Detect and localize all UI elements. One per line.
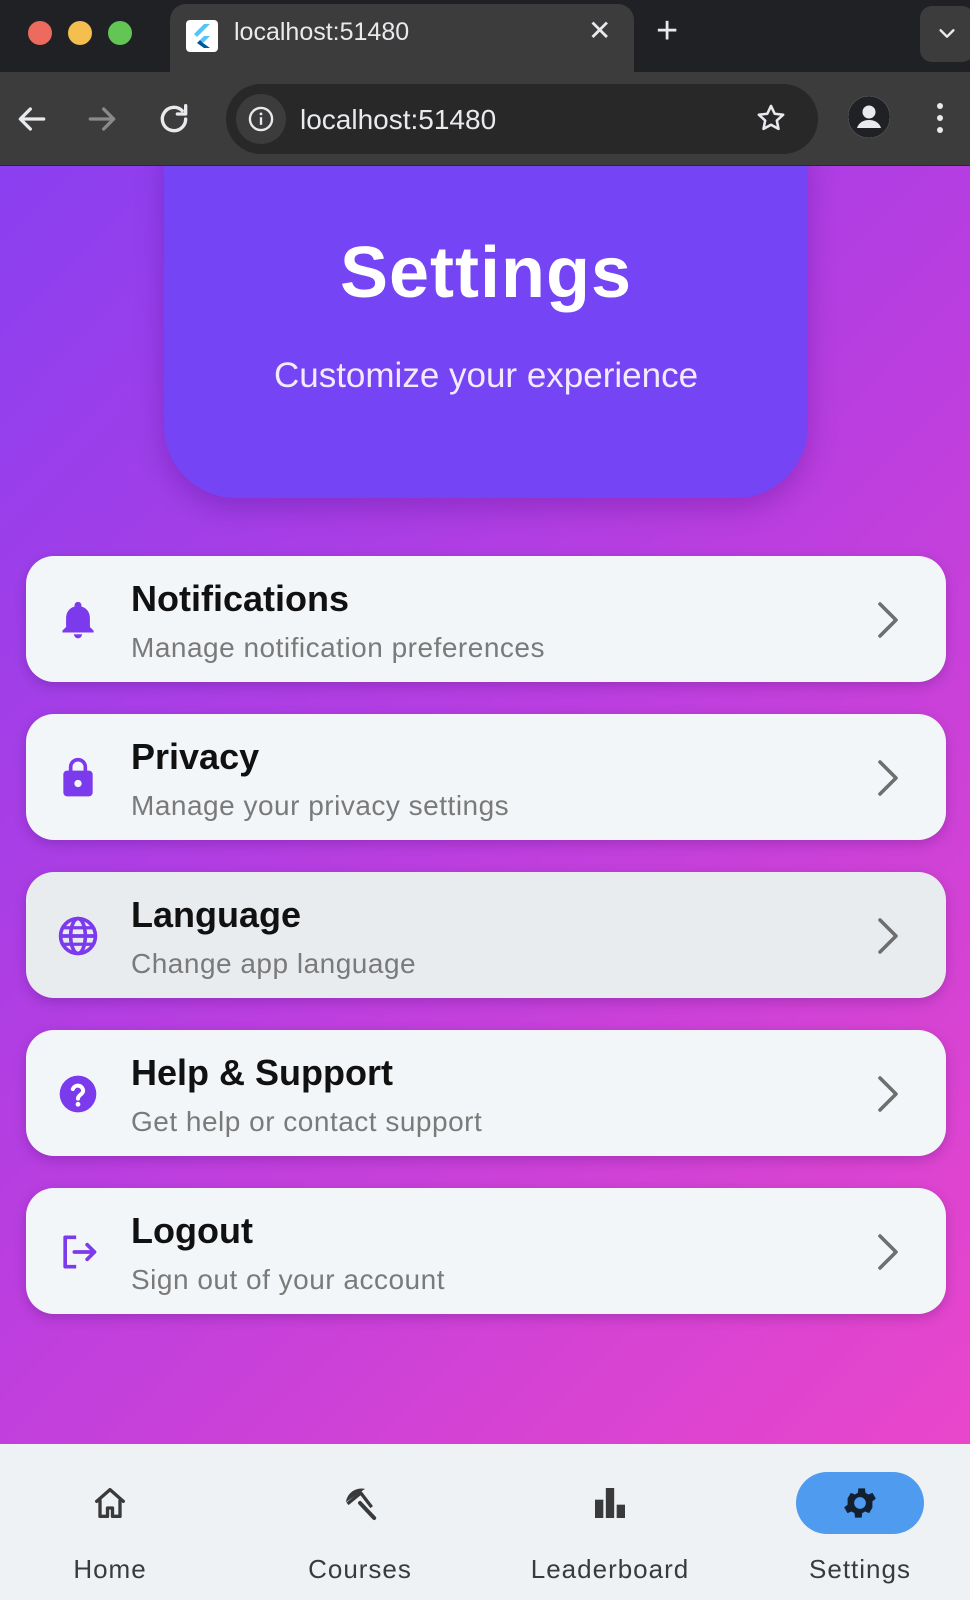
window-maximize-button[interactable] — [108, 21, 132, 45]
profile-avatar[interactable] — [848, 96, 890, 138]
nav-item-courses[interactable]: Courses — [250, 1444, 470, 1600]
settings-item-subtitle: Manage notification preferences — [131, 632, 545, 663]
window-minimize-button[interactable] — [68, 21, 92, 45]
settings-item-subtitle: Get help or contact support — [131, 1106, 483, 1137]
nav-label: Courses — [308, 1554, 412, 1584]
nav-item-settings[interactable]: Settings — [750, 1444, 970, 1600]
settings-item-title: Privacy — [131, 736, 260, 777]
tab-search-button[interactable] — [920, 6, 970, 62]
settings-item-subtitle: Change app language — [131, 948, 417, 979]
nav-icon-container-active — [796, 1472, 924, 1534]
chevron-right-icon — [878, 1076, 898, 1112]
nav-icon-container — [46, 1472, 174, 1534]
settings-header: Settings Customize your experience — [164, 166, 808, 498]
tab-close-icon[interactable]: ✕ — [588, 17, 611, 45]
settings-item-title: Help & Support — [131, 1052, 393, 1093]
home-icon — [95, 1488, 126, 1518]
tab-title: localhost:51480 — [234, 18, 410, 46]
app-viewport: Settings Customize your experience Notif… — [0, 166, 970, 1600]
settings-item-title: Language — [131, 894, 302, 935]
settings-item-title: Logout — [131, 1210, 253, 1251]
settings-item-subtitle: Sign out of your account — [131, 1264, 445, 1295]
lock-icon — [63, 757, 93, 797]
chevron-right-icon — [878, 1234, 898, 1270]
url-text: localhost:51480 — [300, 104, 497, 135]
page-title: Settings — [339, 233, 633, 313]
chevron-right-icon — [878, 760, 898, 796]
gear-icon — [844, 1488, 876, 1518]
reload-icon[interactable] — [154, 99, 194, 139]
settings-item-logout[interactable]: Logout Sign out of your account — [26, 1188, 946, 1314]
person-icon — [848, 96, 890, 138]
nav-icon-container — [546, 1472, 674, 1534]
settings-item-notifications[interactable]: Notifications Manage notification prefer… — [26, 556, 946, 682]
settings-item-language[interactable]: Language Change app language — [26, 872, 946, 998]
bell-icon — [62, 601, 94, 639]
chevron-right-icon — [878, 918, 898, 954]
settings-item-privacy[interactable]: Privacy Manage your privacy settings — [26, 714, 946, 840]
nav-label: Home — [73, 1554, 147, 1584]
info-icon — [248, 106, 274, 132]
chevron-right-icon — [878, 602, 898, 638]
nav-icon-container — [296, 1472, 424, 1534]
nav-item-leaderboard[interactable]: Leaderboard — [500, 1444, 720, 1600]
more-vert-icon[interactable] — [932, 98, 948, 138]
browser-toolbar: localhost:51480 — [0, 72, 970, 166]
settings-item-help-support[interactable]: Help & Support Get help or contact suppo… — [26, 1030, 946, 1156]
bookmark-star-icon[interactable] — [754, 101, 788, 135]
settings-item-subtitle: Manage your privacy settings — [131, 790, 510, 821]
back-arrow-icon[interactable] — [12, 99, 52, 139]
address-bar[interactable]: localhost:51480 — [226, 84, 818, 154]
window-close-button[interactable] — [28, 21, 52, 45]
logout-icon — [63, 1235, 97, 1269]
globe-icon — [58, 916, 98, 956]
nav-label: Settings — [809, 1554, 911, 1584]
bar-chart-icon — [595, 1488, 625, 1518]
bottom-navigation-bar: Home Courses Leaderboard Settings — [0, 1444, 970, 1600]
forward-arrow-icon[interactable] — [82, 99, 122, 139]
site-info-button[interactable] — [236, 94, 286, 144]
help-circle-icon — [59, 1075, 97, 1113]
new-tab-button[interactable]: + — [656, 12, 678, 50]
flutter-favicon-icon — [186, 20, 218, 52]
chevron-down-icon — [939, 29, 955, 38]
browser-tab[interactable]: localhost:51480 ✕ — [170, 4, 634, 72]
nav-label: Leaderboard — [530, 1554, 690, 1584]
nav-item-home[interactable]: Home — [0, 1444, 220, 1600]
beach-umbrella-icon — [345, 1488, 377, 1520]
page-subtitle: Customize your experience — [273, 356, 699, 395]
settings-item-title: Notifications — [131, 578, 350, 619]
browser-tab-bar: localhost:51480 ✕ + — [0, 0, 970, 72]
